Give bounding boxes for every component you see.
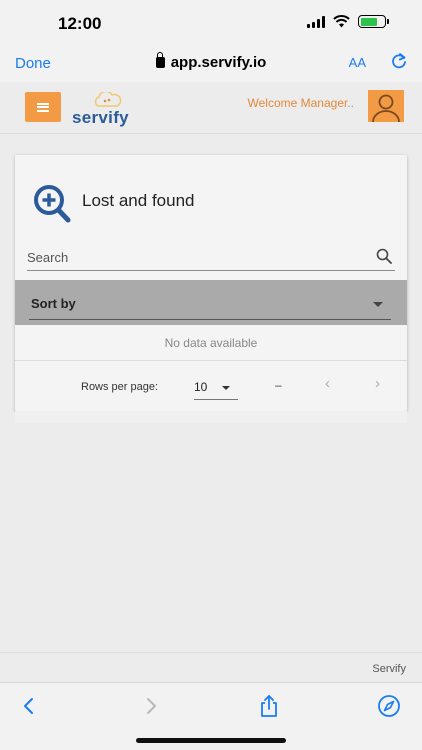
wifi-icon: [333, 15, 350, 28]
chevron-down-icon: [222, 386, 230, 390]
next-page-button[interactable]: ›: [375, 375, 380, 392]
text-size-button[interactable]: AA: [349, 55, 366, 70]
home-indicator: [136, 738, 286, 743]
logo-text: servify: [72, 108, 129, 127]
app-header: servify Welcome Manager..: [0, 82, 422, 134]
compass-icon[interactable]: [374, 691, 404, 721]
servify-logo[interactable]: servify: [72, 92, 142, 128]
lost-and-found-card: Lost and found Sort by No data available…: [15, 155, 407, 411]
rows-per-page-select[interactable]: 10: [194, 376, 238, 400]
avatar-icon[interactable]: [368, 90, 404, 122]
status-bar: 12:00: [0, 0, 422, 46]
sort-by-dropdown[interactable]: Sort by: [15, 280, 407, 325]
status-time: 12:00: [58, 14, 102, 33]
card-footer-strip: [15, 411, 407, 423]
empty-message: No data available: [15, 325, 407, 361]
lock-icon: [155, 52, 165, 68]
page-range: –: [275, 378, 282, 392]
battery-icon: [358, 15, 389, 28]
back-icon[interactable]: [14, 691, 44, 721]
welcome-text[interactable]: Welcome Manager..: [248, 96, 355, 110]
zoom-in-icon: [34, 185, 71, 223]
rows-per-page-value: 10: [194, 380, 208, 394]
footer-site-label: Servify: [372, 663, 406, 675]
pagination: Rows per page: 10 – ‹ ›: [15, 361, 407, 411]
menu-icon[interactable]: [25, 92, 61, 122]
url-text: app.servify.io: [170, 54, 267, 71]
search-input[interactable]: [27, 247, 357, 267]
page-title: Lost and found: [82, 191, 195, 210]
rows-per-page-label: Rows per page:: [81, 381, 159, 393]
logo-cloud-icon: [94, 92, 122, 107]
footer: Servify: [0, 652, 422, 682]
signal-icon: [307, 15, 325, 28]
share-icon[interactable]: [254, 691, 284, 721]
browser-address-bar: Done app.servify.io AA: [0, 46, 422, 82]
reload-icon[interactable]: [390, 52, 408, 76]
prev-page-button[interactable]: ‹: [325, 375, 330, 392]
status-icons: [307, 15, 389, 28]
search-field: [27, 245, 395, 271]
search-icon[interactable]: [376, 248, 392, 264]
sort-by-label: Sort by: [31, 296, 76, 311]
chevron-down-icon: [373, 302, 383, 307]
forward-icon[interactable]: [136, 691, 166, 721]
